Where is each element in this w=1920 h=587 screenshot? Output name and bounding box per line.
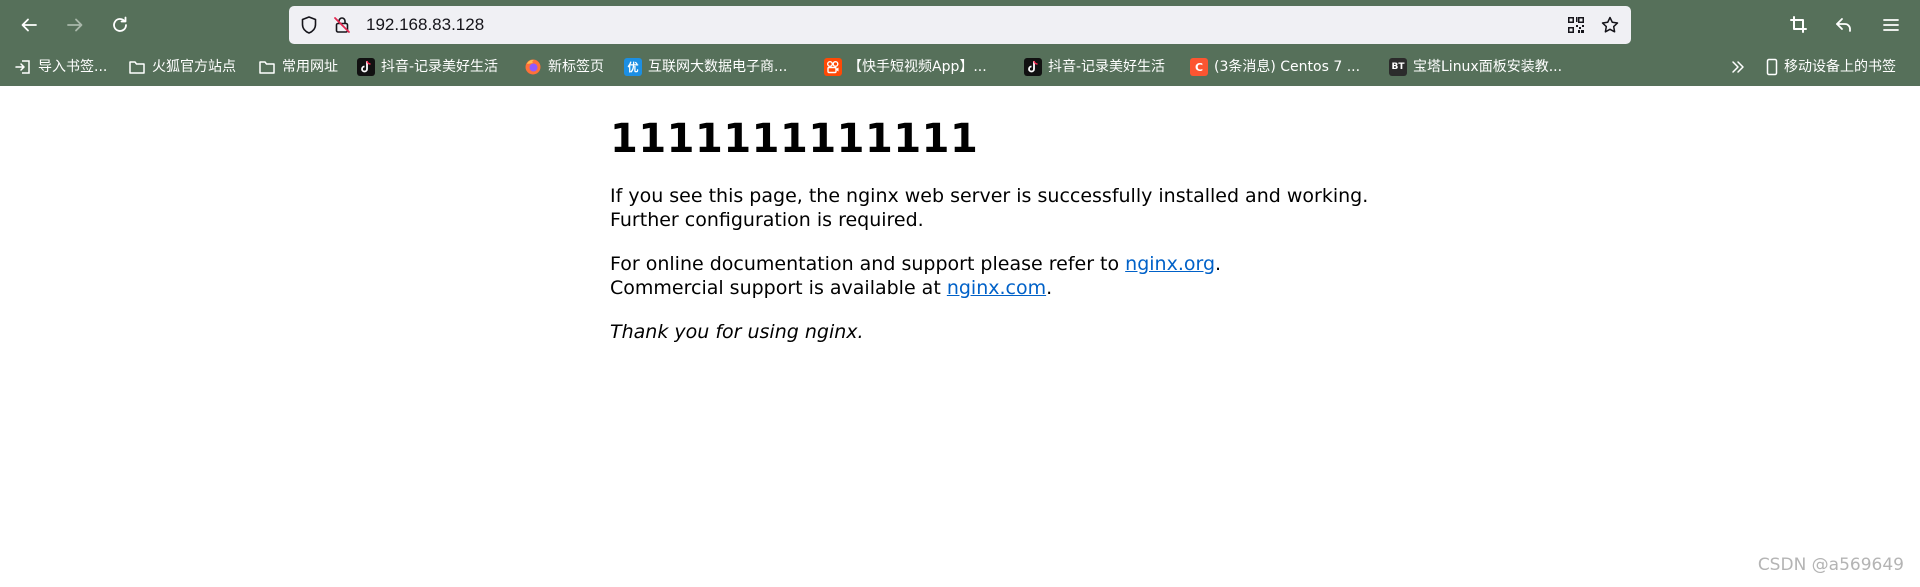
mobile-bookmarks-label: 移动设备上的书签 xyxy=(1784,59,1896,75)
qr-code-icon[interactable] xyxy=(1566,15,1586,35)
undo-button[interactable] xyxy=(1826,7,1862,43)
bookmark-label: 抖音-记录美好生活 xyxy=(1048,59,1166,75)
bookmarks-overflow-button[interactable] xyxy=(1729,54,1747,80)
support-text-end: . xyxy=(1215,253,1222,275)
browser-chrome: 192.168.83.128 导入书签... 火狐官方站点 常用网址 抖音-记录… xyxy=(0,0,1920,86)
reload-button[interactable] xyxy=(102,7,138,43)
navigation-toolbar: 192.168.83.128 xyxy=(0,0,1920,50)
bookmark-label: 导入书签... xyxy=(38,59,108,75)
bookmark-label: 抖音-记录美好生活 xyxy=(381,59,499,75)
tiktok-icon xyxy=(357,58,375,76)
arrow-left-icon xyxy=(21,18,37,32)
bookmark-douyin-2[interactable]: 抖音-记录美好生活 xyxy=(1024,54,1165,80)
csdn-watermark: CSDN @a569649 xyxy=(1757,555,1904,575)
bookmark-label: 新标签页 xyxy=(548,59,604,75)
nginx-org-link[interactable]: nginx.org xyxy=(1125,253,1215,275)
thanks-text: Thank you for using nginx. xyxy=(610,321,864,343)
you-icon: 优 xyxy=(624,58,642,76)
menu-button[interactable] xyxy=(1873,7,1909,43)
support-text: For online documentation and support ple… xyxy=(610,253,1126,275)
intro-paragraph: If you see this page, the nginx web serv… xyxy=(610,185,1369,231)
page-title: 1111111111111 xyxy=(610,116,979,162)
chevron-double-right-icon xyxy=(1729,58,1747,76)
crop-icon xyxy=(1790,16,1807,33)
bookmark-label: (3条消息) Centos 7 ... xyxy=(1214,59,1361,75)
bt-icon: BT xyxy=(1389,58,1407,76)
page-content: 1111111111111 If you see this page, the … xyxy=(610,86,1370,364)
bookmark-label: 【快手短视频App】... xyxy=(848,59,987,75)
tiktok-icon xyxy=(1024,58,1042,76)
bookmark-label: 火狐官方站点 xyxy=(152,59,236,75)
arrow-right-icon xyxy=(67,18,83,32)
bookmark-folder-common[interactable]: 常用网址 xyxy=(258,54,338,80)
shield-icon[interactable] xyxy=(299,15,319,35)
commercial-text: Commercial support is available at xyxy=(610,277,947,299)
import-icon xyxy=(14,58,32,76)
kuaishou-icon xyxy=(824,58,842,76)
folder-icon xyxy=(258,58,276,76)
bookmark-label: 宝塔Linux面板安装教... xyxy=(1413,59,1563,75)
back-button[interactable] xyxy=(11,7,47,43)
bookmark-label: 互联网大数据电子商... xyxy=(648,59,788,75)
address-bar[interactable]: 192.168.83.128 xyxy=(289,6,1631,44)
commercial-text-end: . xyxy=(1046,277,1053,299)
insecure-lock-icon[interactable] xyxy=(332,15,352,35)
url-text[interactable]: 192.168.83.128 xyxy=(366,15,484,35)
folder-icon xyxy=(128,58,146,76)
forward-button[interactable] xyxy=(57,7,93,43)
bookmark-bigdata[interactable]: 优 互联网大数据电子商... xyxy=(624,54,787,80)
hamburger-icon xyxy=(1883,19,1899,31)
bookmark-douyin[interactable]: 抖音-记录美好生活 xyxy=(357,54,498,80)
reload-icon xyxy=(113,16,127,32)
mobile-bookmarks[interactable]: 移动设备上的书签 xyxy=(1766,54,1896,80)
bookmarks-bar: 导入书签... 火狐官方站点 常用网址 抖音-记录美好生活 新标签页 优 互联网… xyxy=(0,52,1920,82)
nginx-com-link[interactable]: nginx.com xyxy=(947,277,1046,299)
undo-icon xyxy=(1836,18,1851,32)
star-bookmark-icon[interactable] xyxy=(1600,15,1620,35)
screenshot-button[interactable] xyxy=(1781,7,1817,43)
bookmark-baota[interactable]: BT 宝塔Linux面板安装教... xyxy=(1389,54,1562,80)
mobile-device-icon xyxy=(1766,58,1778,76)
bookmark-new-tab[interactable]: 新标签页 xyxy=(524,54,604,80)
bookmark-csdn[interactable]: C (3条消息) Centos 7 ... xyxy=(1190,54,1360,80)
bookmark-label: 常用网址 xyxy=(282,59,338,75)
bookmark-import[interactable]: 导入书签... xyxy=(14,54,107,80)
firefox-icon xyxy=(524,58,542,76)
bookmark-kuaishou[interactable]: 【快手短视频App】... xyxy=(824,54,987,80)
support-paragraph: For online documentation and support ple… xyxy=(610,252,1370,300)
bookmark-folder-firefox[interactable]: 火狐官方站点 xyxy=(128,54,236,80)
csdn-icon: C xyxy=(1190,58,1208,76)
thanks-paragraph: Thank you for using nginx. xyxy=(610,320,1370,344)
